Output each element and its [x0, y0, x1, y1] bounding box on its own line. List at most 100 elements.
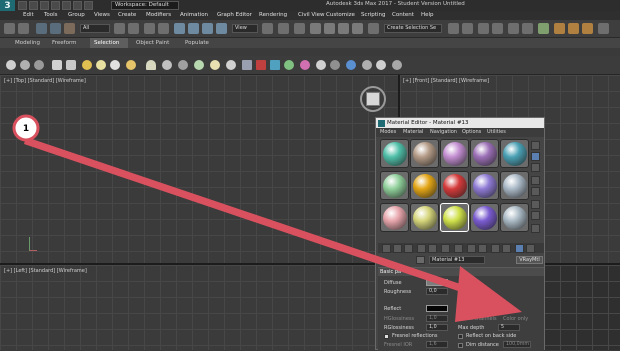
tab-populate[interactable]: Populate — [181, 38, 213, 48]
affect-channels-value[interactable]: Color only — [503, 316, 528, 322]
project-folder-icon[interactable] — [73, 1, 82, 10]
vray-displacement-icon[interactable] — [226, 60, 236, 70]
material-slot[interactable] — [440, 203, 469, 232]
material-slot[interactable] — [500, 171, 529, 200]
vray-ies-icon[interactable] — [96, 60, 106, 70]
rglossiness-spinner[interactable]: 1,0 — [426, 324, 448, 331]
put-to-library-icon[interactable] — [441, 244, 450, 253]
tab-object-paint[interactable]: Object Paint — [132, 38, 173, 48]
vray-edges-icon[interactable] — [256, 60, 266, 70]
go-forward-to-sibling-icon[interactable] — [502, 244, 511, 253]
keyboard-shortcut-icon[interactable] — [294, 23, 305, 34]
assign-to-selection-icon[interactable] — [404, 244, 413, 253]
material-slot[interactable] — [470, 139, 499, 168]
redo-quick-icon[interactable] — [62, 1, 71, 10]
render-icon[interactable] — [52, 60, 62, 70]
select-manipulate-icon[interactable] — [278, 23, 289, 34]
material-slot[interactable] — [500, 203, 529, 232]
align-icon[interactable] — [462, 23, 473, 34]
vray-lister-icon[interactable] — [346, 60, 356, 70]
me-menu-options[interactable]: Options — [462, 128, 481, 137]
vray-mesh-export-icon[interactable] — [284, 60, 294, 70]
me-menu-material[interactable]: Material — [403, 128, 423, 137]
menu-content[interactable]: Content — [392, 11, 414, 20]
menu-views[interactable]: Views — [94, 11, 110, 20]
show-shaded-material-icon[interactable] — [467, 244, 476, 253]
viewport-front-label[interactable]: [+] [Front] [Standard] [Wireframe] — [403, 78, 489, 84]
sample-type-icon[interactable] — [531, 141, 540, 150]
dim-distance-checkbox[interactable] — [458, 343, 463, 348]
unlink-icon[interactable] — [50, 23, 61, 34]
material-slot[interactable] — [410, 203, 439, 232]
vray-light-icon[interactable] — [82, 60, 92, 70]
angle-snap-icon[interactable] — [324, 23, 335, 34]
reference-coordinate-dropdown[interactable]: View — [232, 24, 258, 33]
put-to-scene-icon[interactable] — [393, 244, 402, 253]
reflect-color-swatch[interactable] — [426, 305, 448, 312]
select-by-name-icon[interactable] — [128, 23, 139, 34]
material-name-field[interactable]: Material #13 — [429, 256, 485, 264]
mirror-icon[interactable] — [448, 23, 459, 34]
material-slot[interactable] — [380, 171, 409, 200]
material-type-button[interactable]: VRayMtl — [516, 256, 543, 264]
open-icon[interactable] — [29, 1, 38, 10]
me-menu-navigation[interactable]: Navigation — [430, 128, 457, 137]
rect-selection-icon[interactable] — [144, 23, 155, 34]
menu-modifiers[interactable]: Modifiers — [146, 11, 171, 20]
options-icon[interactable] — [531, 211, 540, 220]
material-editor-icon[interactable] — [538, 23, 549, 34]
undo-quick-icon[interactable] — [51, 1, 60, 10]
menu-edit[interactable]: Edit — [23, 11, 34, 20]
render-production-icon[interactable] — [582, 23, 593, 34]
tab-modeling[interactable]: Modeling — [11, 38, 44, 48]
undo-icon[interactable] — [4, 23, 15, 34]
menu-customize[interactable]: Customize — [326, 11, 355, 20]
select-by-material-icon[interactable] — [531, 224, 540, 233]
vray-toolbar-icon-b[interactable] — [376, 60, 386, 70]
snaps-toggle-icon[interactable] — [310, 23, 321, 34]
select-scale-icon[interactable] — [202, 23, 213, 34]
vray-proxy-icon[interactable] — [178, 60, 188, 70]
menu-tools[interactable]: Tools — [44, 11, 58, 20]
pivot-center-icon[interactable] — [262, 23, 273, 34]
tab-selection[interactable]: Selection — [90, 38, 128, 48]
vray-plane-icon[interactable] — [210, 60, 220, 70]
camera-icon[interactable] — [20, 60, 30, 70]
material-slot[interactable] — [380, 139, 409, 168]
window-crossing-icon[interactable] — [158, 23, 169, 34]
sample-uv-tiling-icon[interactable] — [531, 176, 540, 185]
rendered-frame-window-icon[interactable] — [568, 23, 579, 34]
rollout-header[interactable] — [378, 268, 544, 276]
make-preview-icon[interactable] — [531, 200, 540, 209]
material-slot[interactable] — [380, 203, 409, 232]
new-icon[interactable] — [18, 1, 27, 10]
material-slot[interactable] — [470, 171, 499, 200]
bind-space-warp-icon[interactable] — [64, 23, 75, 34]
backlight-icon[interactable] — [531, 152, 540, 161]
max-depth-spinner[interactable]: 5 — [498, 324, 520, 331]
material-editor-title[interactable]: Material Editor - Material #13 — [376, 118, 544, 128]
select-object-icon[interactable] — [114, 23, 125, 34]
vray-toolbar-icon-a[interactable] — [362, 60, 372, 70]
vray-material-icon[interactable] — [316, 60, 326, 70]
workspace-dropdown[interactable]: Workspace: Default — [111, 1, 179, 10]
go-to-parent-icon[interactable] — [491, 244, 500, 253]
vray-physical-camera-icon[interactable] — [270, 60, 280, 70]
frame-buffer-icon[interactable] — [66, 60, 76, 70]
menu-civil-view[interactable]: Civil View — [298, 11, 324, 20]
me-menu-modes[interactable]: Modes — [380, 128, 396, 137]
percent-snap-icon[interactable] — [338, 23, 349, 34]
vray-toolbar-icon-c[interactable] — [392, 60, 402, 70]
settings-icon[interactable] — [84, 1, 93, 10]
redo-icon[interactable] — [18, 23, 29, 34]
material-slot[interactable] — [500, 139, 529, 168]
get-material-icon[interactable] — [382, 244, 391, 253]
menu-create[interactable]: Create — [118, 11, 136, 20]
render-setup-icon[interactable] — [554, 23, 565, 34]
tab-freeform[interactable]: Freeform — [48, 38, 81, 48]
toggle-scene-explorer-icon[interactable] — [478, 23, 489, 34]
viewport-top-label[interactable]: [+] [Top] [Standard] [Wireframe] — [4, 78, 86, 84]
material-slot[interactable] — [440, 139, 469, 168]
eyedropper-icon[interactable] — [416, 256, 425, 264]
roughness-spinner[interactable]: 0,0 — [426, 288, 448, 295]
